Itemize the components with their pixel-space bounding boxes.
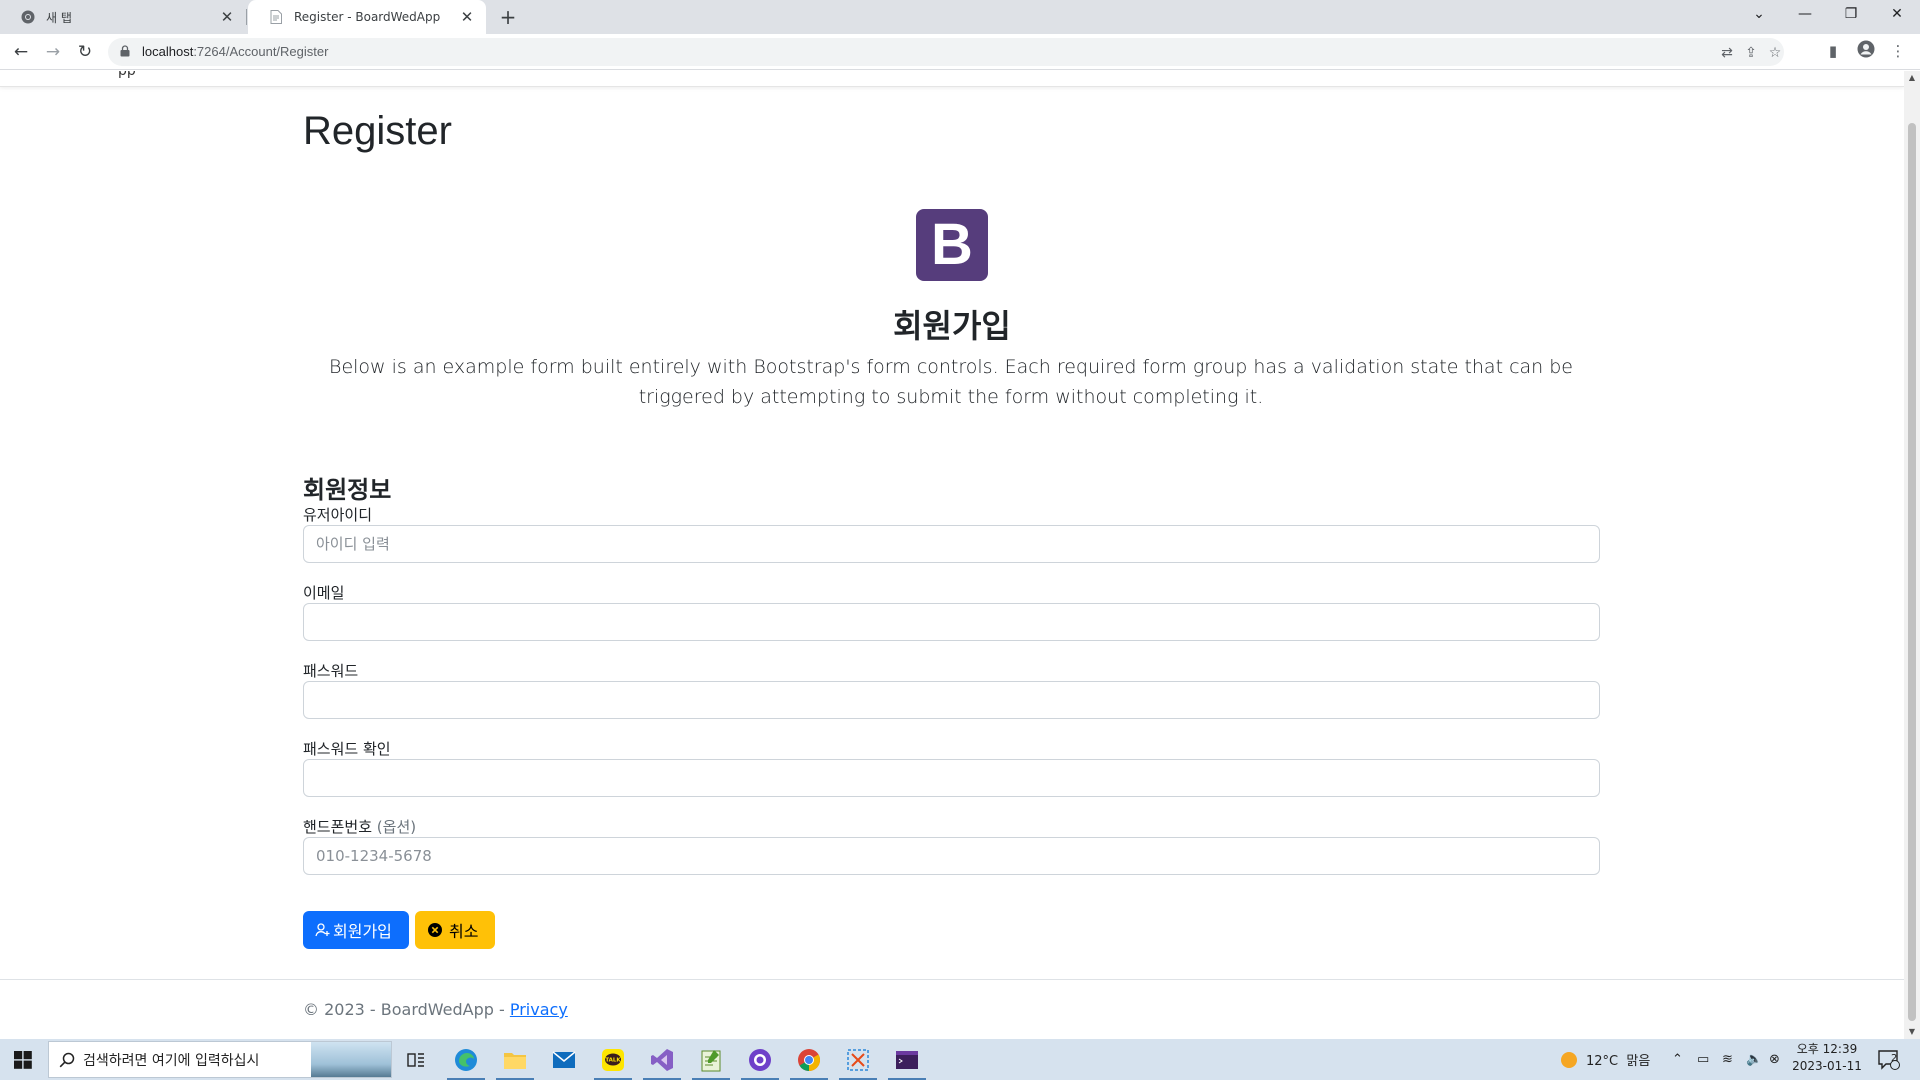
volume-muted-icon[interactable]: 🔈 [1746, 1039, 1762, 1080]
svg-text:TALK: TALK [605, 1057, 621, 1063]
userid-input[interactable] [303, 525, 1600, 563]
page-scrollbar[interactable]: ▲ ▼ [1904, 71, 1920, 1039]
restore-button[interactable]: ❐ [1828, 0, 1874, 30]
translate-icon[interactable]: ⇄ [1718, 44, 1736, 62]
phone-label: 핸드폰번호 (옵션) [303, 816, 416, 837]
taskbar-search-input[interactable]: 검색하려면 여기에 입력하십시 [48, 1041, 392, 1078]
visual-studio-icon[interactable] [639, 1039, 685, 1080]
kakaotalk-icon[interactable]: TALK [590, 1039, 636, 1080]
password-input[interactable] [303, 681, 1600, 719]
scroll-up-icon[interactable]: ▲ [1904, 71, 1920, 85]
search-placeholder: 검색하려면 여기에 입력하십시 [83, 1052, 260, 1069]
system-clock[interactable]: 오후 12:39 2023-01-11 [1790, 1041, 1864, 1075]
scroll-down-icon[interactable]: ▼ [1904, 1025, 1920, 1039]
search-highlight-image [311, 1042, 391, 1077]
lead-text: Below is an example form built entirely … [329, 356, 1573, 408]
share-icon[interactable]: ⇪ [1742, 44, 1760, 62]
signup-submit-button[interactable]: 회원가입 [303, 911, 409, 949]
weather-sun-icon [1560, 1051, 1578, 1069]
email-input[interactable] [303, 603, 1600, 641]
search-icon [59, 1052, 75, 1068]
signup-submit-label: 회원가입 [333, 922, 392, 941]
profile-avatar-icon[interactable] [1855, 40, 1877, 62]
clock-date: 2023-01-11 [1792, 1059, 1862, 1073]
snipping-tool-icon[interactable] [835, 1039, 881, 1080]
url-text: localhost:7264/Account/Register [142, 44, 329, 59]
task-view-icon[interactable] [393, 1039, 439, 1080]
notepad-icon[interactable] [688, 1039, 734, 1080]
phone-input[interactable] [303, 837, 1600, 875]
page-viewport: pp Register B 회원가입 Below is an example f… [0, 71, 1904, 1039]
side-panel-icon[interactable]: ▮ [1822, 40, 1844, 62]
section-title: 회원정보 [303, 476, 392, 504]
navbar: pp [0, 71, 1904, 87]
address-bar[interactable]: localhost:7264/Account/Register ⇄ ⇪ ☆ [108, 38, 1784, 66]
person-add-icon [315, 922, 331, 938]
password-confirm-input[interactable] [303, 759, 1600, 797]
weather-text: 12°C 맑음 [1586, 1054, 1651, 1069]
password-label: 패스워드 [303, 662, 359, 680]
minimize-button[interactable]: — [1782, 0, 1828, 30]
scroll-thumb[interactable] [1908, 123, 1916, 1021]
windows-taskbar: 검색하려면 여기에 입력하십시 TALK 12°C 맑음 ⌃ ▭ ≋ 🔈 ⊗ 오… [0, 1039, 1920, 1080]
notification-count: 2 [1891, 1053, 1898, 1064]
bootstrap-logo-icon: B [916, 209, 988, 281]
privacy-link[interactable]: Privacy [510, 1000, 568, 1019]
lock-icon [120, 45, 130, 57]
defender-icon[interactable]: ⊗ [1769, 1039, 1780, 1080]
mail-icon[interactable] [541, 1039, 587, 1080]
notification-center-icon[interactable]: 2 [1878, 1039, 1900, 1080]
bookmark-star-icon[interactable]: ☆ [1766, 44, 1784, 62]
signup-title: 회원가입 [893, 307, 1011, 345]
browser-tab-strip: 새 탭 ✕ Register - BoardWedApp ✕ + ⌄ — ❐ ✕ [0, 0, 1920, 34]
edge-browser-icon[interactable] [443, 1039, 489, 1080]
weather-widget[interactable]: 12°C 맑음 [1560, 1039, 1650, 1080]
footer-copyright: © 2023 - BoardWedApp - [303, 1000, 510, 1019]
close-tab-icon[interactable]: ✕ [458, 8, 476, 26]
tab-register[interactable]: Register - BoardWedApp ✕ [248, 0, 486, 34]
footer: © 2023 - BoardWedApp - Privacy [303, 1000, 568, 1019]
terminal-icon[interactable] [884, 1039, 930, 1080]
navbar-brand-fragment[interactable]: pp [118, 71, 136, 79]
browser-toolbar: ← → ↻ localhost:7264/Account/Register ⇄ … [0, 34, 1920, 70]
chrome-icon [20, 9, 36, 25]
document-icon [268, 9, 284, 25]
close-window-button[interactable]: ✕ [1874, 0, 1920, 30]
page-title: Register [303, 109, 452, 153]
footer-divider [0, 979, 1904, 980]
clock-time: 오후 12:39 [1796, 1042, 1858, 1056]
forward-button[interactable]: → [41, 40, 65, 64]
cancel-label: 취소 [449, 922, 479, 941]
tab-title: Register - BoardWedApp [294, 10, 441, 24]
back-button[interactable]: ← [9, 40, 33, 64]
password-confirm-label: 패스워드 확인 [303, 740, 391, 758]
tab-search-icon[interactable]: ⌄ [1736, 0, 1782, 30]
file-explorer-icon[interactable] [492, 1039, 538, 1080]
cancel-button[interactable]: 취소 [415, 911, 495, 949]
tab-divider [246, 9, 247, 25]
reload-button[interactable]: ↻ [73, 40, 97, 64]
close-tab-icon[interactable]: ✕ [218, 8, 236, 26]
tray-overflow-icon[interactable]: ⌃ [1672, 1039, 1683, 1080]
x-circle-icon [427, 922, 443, 938]
github-desktop-icon[interactable] [737, 1039, 783, 1080]
menu-kebab-icon[interactable]: ⋮ [1887, 40, 1909, 62]
meet-now-icon[interactable]: ▭ [1697, 1039, 1709, 1080]
new-tab-button[interactable]: + [496, 6, 520, 30]
phone-optional-hint: (옵션) [376, 818, 417, 836]
chrome-icon[interactable] [786, 1039, 832, 1080]
windows-start-icon[interactable] [0, 1039, 46, 1080]
tab-new-tab[interactable]: 새 탭 ✕ [0, 0, 246, 34]
tab-title: 새 탭 [46, 10, 72, 25]
userid-label: 유저아이디 [303, 506, 373, 524]
email-label: 이메일 [303, 584, 345, 602]
phone-label-text: 핸드폰번호 [303, 818, 373, 836]
network-icon[interactable]: ≋ [1722, 1039, 1733, 1080]
